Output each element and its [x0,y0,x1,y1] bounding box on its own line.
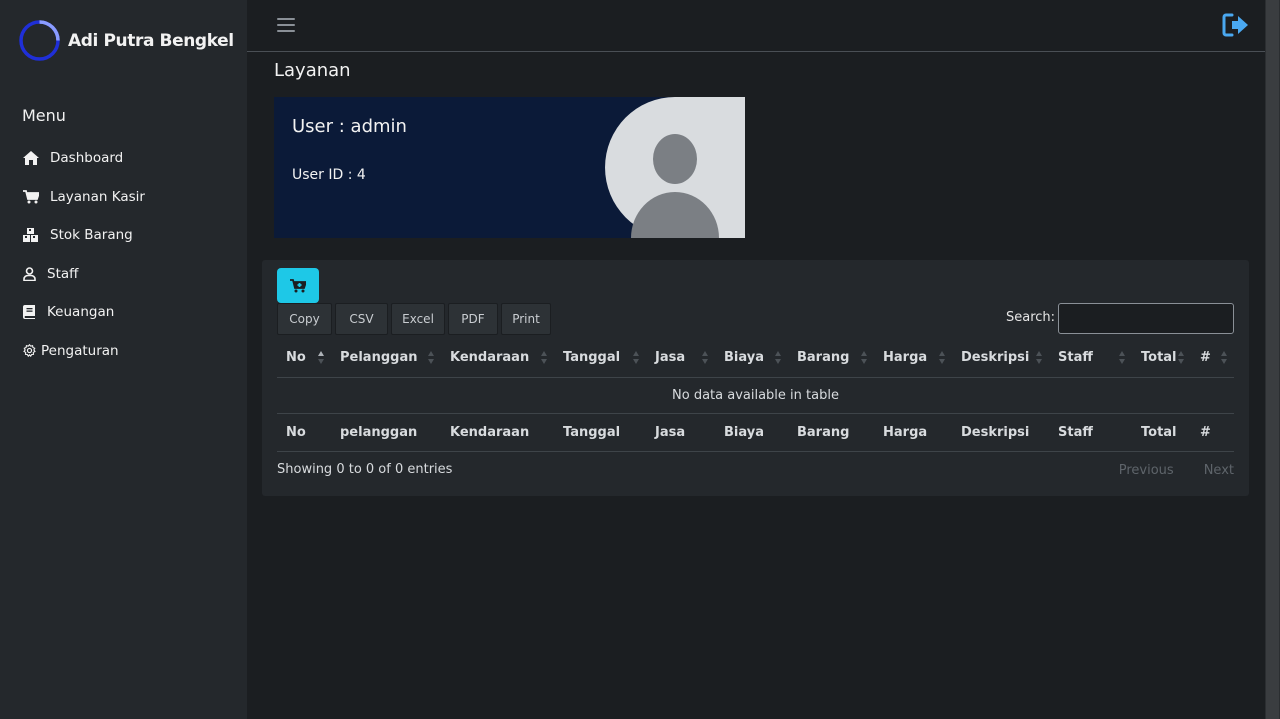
cart-icon [23,189,41,205]
add-service-button[interactable] [277,268,319,303]
column-footer-deskripsi: Deskripsi [952,412,1049,452]
scrollbar-thumb[interactable] [1266,0,1279,719]
csv-button[interactable]: CSV [335,303,388,335]
next-button[interactable]: Next [1204,463,1234,478]
page-title: Layanan [274,60,351,81]
table-card: Copy CSV Excel PDF Print Search: No Pela… [262,260,1249,496]
sidebar-item-keuangan[interactable]: Keuangan [23,293,145,332]
brand-name: Adi Putra Bengkel [68,30,234,51]
user-name: User : admin [292,116,407,137]
sort-icon [702,351,708,365]
column-footer-total: Total [1132,412,1191,452]
sort-icon [541,351,547,365]
pdf-button[interactable]: PDF [448,303,498,335]
home-icon [23,150,41,166]
sidebar-item-label: Dashboard [50,150,124,167]
column-footer-no: No [277,412,331,452]
search-label: Search: [1006,310,1056,325]
empty-table-message: No data available in table [672,387,839,403]
logout-icon[interactable] [1222,12,1250,38]
boxes-icon [23,227,41,243]
print-button[interactable]: Print [501,303,551,335]
topbar [247,0,1265,52]
column-header-deskripsi[interactable]: Deskripsi [952,339,1049,378]
sort-icon [775,351,781,365]
table-row: No data available in table [277,377,1234,413]
sidebar-item-pengaturan[interactable]: Pengaturan [23,332,145,371]
column-footer-harga: Harga [874,412,952,452]
sidebar-item-staff[interactable]: Staff [23,255,145,294]
data-table: No Pelanggan Kendaraan Tanggal Jasa Biay… [277,339,1234,452]
sidebar-item-label: Stok Barang [50,227,133,244]
sort-icon [1221,351,1227,365]
hamburger-menu-icon[interactable] [277,18,295,34]
column-footer-biaya: Biaya [715,412,788,452]
column-header-harga[interactable]: Harga [874,339,952,378]
search-input[interactable] [1058,303,1234,334]
column-header-barang[interactable]: Barang [788,339,874,378]
sort-asc-icon [318,351,324,365]
brand[interactable]: Adi Putra Bengkel [18,19,234,62]
column-header-jasa[interactable]: Jasa [646,339,715,378]
sort-icon [861,351,867,365]
user-id: User ID : 4 [292,167,366,183]
sidebar-item-label: Keuangan [47,304,115,321]
table-info: Showing 0 to 0 of 0 entries [277,462,453,477]
brand-logo-icon [19,20,60,61]
sort-icon [1036,351,1042,365]
sidebar-item-label: Staff [47,265,79,282]
sidebar-item-layanan-kasir[interactable]: Layanan Kasir [23,178,145,217]
column-header-staff[interactable]: Staff [1049,339,1132,378]
column-header-no[interactable]: No [277,339,331,378]
avatar [605,97,745,238]
avatar-placeholder-icon [605,97,745,238]
table-header-row: No Pelanggan Kendaraan Tanggal Jasa Biay… [277,339,1234,378]
sidebar-nav: Dashboard Layanan Kasir Stok Barang Staf… [23,139,145,370]
sidebar-item-dashboard[interactable]: Dashboard [23,139,145,178]
menu-title: Menu [22,106,66,125]
book-icon [23,304,39,320]
column-footer-actions: # [1191,412,1234,452]
sidebar-item-label: Pengaturan [41,342,119,359]
column-footer-pelanggan: pelanggan [331,412,441,452]
column-header-actions[interactable]: # [1191,339,1234,378]
sidebar-item-stok-barang[interactable]: Stok Barang [23,216,145,255]
column-footer-barang: Barang [788,412,874,452]
column-footer-tanggal: Tanggal [554,412,646,452]
user-card: User : admin User ID : 4 [274,97,745,238]
excel-button[interactable]: Excel [391,303,445,335]
column-header-total[interactable]: Total [1132,339,1191,378]
sidebar-item-label: Layanan Kasir [50,188,145,205]
sort-icon [633,351,639,365]
table-footer-row: No pelanggan Kendaraan Tanggal Jasa Biay… [277,412,1234,452]
sort-icon [1178,351,1184,365]
user-icon [23,266,39,282]
export-buttons: Copy CSV Excel PDF Print [277,303,554,335]
column-footer-jasa: Jasa [646,412,715,452]
pagination: Previous Next [1089,463,1234,478]
column-header-biaya[interactable]: Biaya [715,339,788,378]
sidebar: Adi Putra Bengkel Menu Dashboard Layanan… [0,0,247,719]
column-footer-staff: Staff [1049,412,1132,452]
column-header-kendaraan[interactable]: Kendaraan [441,339,554,378]
sort-icon [939,351,945,365]
column-header-tanggal[interactable]: Tanggal [554,339,646,378]
gear-icon [23,343,38,359]
sort-icon [1119,351,1125,365]
column-header-pelanggan[interactable]: Pelanggan [331,339,441,378]
sort-icon [428,351,434,365]
cart-plus-icon [290,278,306,292]
copy-button[interactable]: Copy [277,303,332,335]
previous-button[interactable]: Previous [1119,463,1174,478]
column-footer-kendaraan: Kendaraan [441,412,554,452]
